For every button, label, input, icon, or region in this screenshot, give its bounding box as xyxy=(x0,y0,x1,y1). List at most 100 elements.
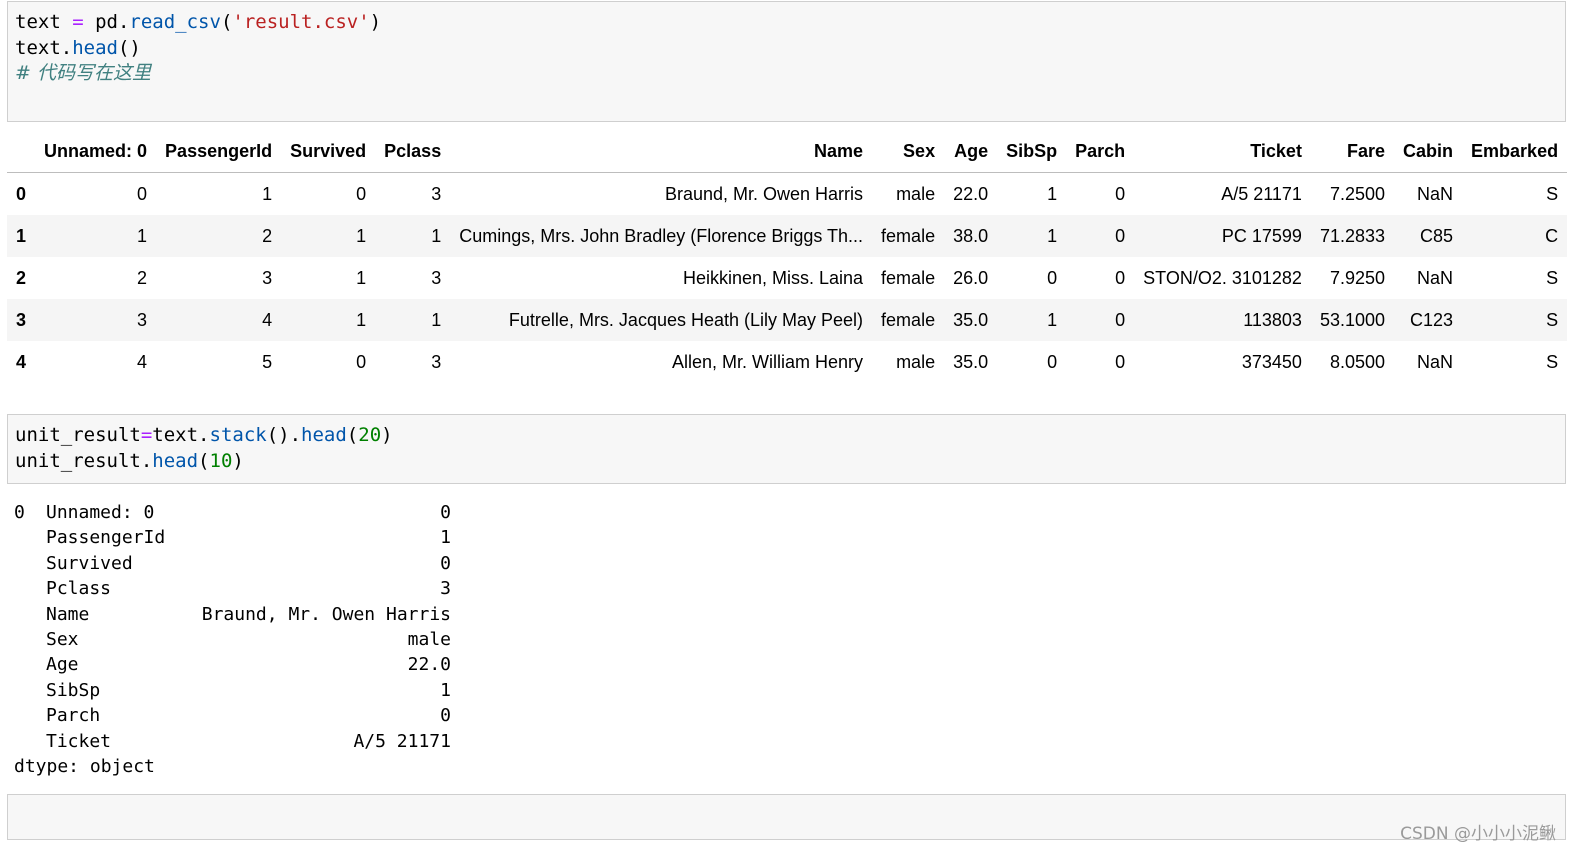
code-token: 10 xyxy=(209,449,233,472)
table-cell: 2 xyxy=(262,225,273,246)
series-value: male xyxy=(407,628,451,650)
series-value: Braund, Mr. Owen Harris xyxy=(201,603,451,625)
table-cell: 1 xyxy=(431,225,442,246)
table-cell: 0 xyxy=(1115,225,1126,246)
series-key: Survived xyxy=(46,552,133,574)
series-key: Age xyxy=(46,654,79,676)
series-output: 0 Unnamed: 0 0 PassengerId 1 Survived 0 Pclass 3… xyxy=(14,500,451,779)
code-line: # 代码写在这里 xyxy=(15,61,1558,87)
table-cell: 2 xyxy=(137,267,148,288)
series-key: PassengerId xyxy=(46,527,166,549)
table-cell: male xyxy=(896,183,936,204)
table-cell: S xyxy=(1546,183,1559,204)
table-cell: 1 xyxy=(1047,225,1058,246)
code-token: 'result.csv' xyxy=(232,11,370,33)
table-cell: NaN xyxy=(1417,183,1454,204)
table-cell: 1 xyxy=(137,225,148,246)
series-dtype: dtype: object xyxy=(14,755,155,777)
column-header: Fare xyxy=(1310,130,1395,173)
code-token: ) xyxy=(369,11,382,33)
table-cell: 5 xyxy=(262,351,273,372)
series-row: Pclass 3 xyxy=(14,576,451,601)
code-token: read_csv xyxy=(129,11,221,33)
table-cell: 3 xyxy=(431,351,442,372)
table-cell: C85 xyxy=(1420,225,1454,246)
code-token: ) xyxy=(381,424,393,446)
column-header: Pclass xyxy=(375,130,451,173)
table-cell: 1 xyxy=(1047,183,1058,204)
table-cell: Heikkinen, Miss. Laina xyxy=(682,267,864,288)
code-cell-stack[interactable]: unit_result=text.stack().head(20) unit_re… xyxy=(7,414,1566,484)
code-line: text = pd.read_csv('result.csv') xyxy=(15,10,1558,36)
series-value: 0 xyxy=(440,502,451,523)
table-cell: NaN xyxy=(1417,267,1454,288)
table-cell: 71.2833 xyxy=(1319,225,1386,246)
series-key: Name xyxy=(46,603,90,625)
table-cell: 7.2500 xyxy=(1329,183,1386,204)
series-value: 1 xyxy=(440,527,451,549)
dataframe-header-row: Unnamed: 0 PassengerId Survived Pclass Name S… xyxy=(7,130,1568,173)
table-cell: 7.9250 xyxy=(1329,267,1386,288)
table-cell: 22.0 xyxy=(953,183,989,204)
table-cell: 373450 xyxy=(1241,351,1302,372)
table-cell: 0 xyxy=(356,183,367,204)
column-header: SibSp xyxy=(997,130,1067,173)
series-value: 0 xyxy=(440,552,451,574)
code-token: = xyxy=(72,11,84,33)
table-cell: 35.0 xyxy=(953,351,989,372)
series-level0-index xyxy=(14,525,46,550)
code-token: text. xyxy=(15,36,73,59)
empty-code-cell[interactable] xyxy=(7,794,1566,840)
column-header: Parch xyxy=(1066,130,1135,173)
column-header xyxy=(7,130,36,173)
code-token: 20 xyxy=(358,424,382,446)
table-cell: 0 xyxy=(1115,267,1126,288)
table-cell: 8.0500 xyxy=(1329,351,1386,372)
table-cell: 1 xyxy=(431,309,442,330)
series-key: Unnamed: 0 xyxy=(46,502,155,523)
table-cell: Futrelle, Mrs. Jacques Heath (Lily May P… xyxy=(508,309,864,330)
series-row: Parch 0 xyxy=(14,703,451,728)
row-index: 1 xyxy=(16,225,27,246)
table-cell: 3 xyxy=(431,267,442,288)
series-value: 22.0 xyxy=(407,654,451,676)
table-cell: 1 xyxy=(262,183,273,204)
code-cell-read-csv[interactable]: text = pd.read_csv('result.csv') text.hea… xyxy=(7,1,1566,122)
series-level0-index: 0 xyxy=(14,502,25,523)
code-line: unit_result.head(10) xyxy=(15,449,1558,475)
table-cell: A/5 21171 xyxy=(1221,183,1302,204)
series-key: Ticket xyxy=(46,730,112,752)
table-cell: 4 xyxy=(137,351,148,372)
column-header: Ticket xyxy=(1134,130,1311,173)
table-cell: male xyxy=(896,351,936,372)
series-level0-index xyxy=(14,703,46,728)
table-cell: 1 xyxy=(356,267,367,288)
column-header: Survived xyxy=(281,130,376,173)
code-token: ) xyxy=(232,449,244,472)
series-key: Pclass xyxy=(46,578,112,600)
series-row: Survived 0 xyxy=(14,551,451,576)
table-cell: female xyxy=(881,225,936,246)
series-level0-index xyxy=(14,627,46,652)
code-token: ( xyxy=(346,424,359,446)
table-row: 1 1 2 1 1 Cumings, Mrs. John Bradley (Florenc… xyxy=(7,215,1568,257)
table-cell: 35.0 xyxy=(953,309,989,330)
table-cell: S xyxy=(1546,267,1559,288)
table-cell: S xyxy=(1546,309,1559,330)
series-level0-index xyxy=(14,678,46,703)
row-index: 2 xyxy=(16,267,27,288)
code-line: text.head() xyxy=(15,36,1558,62)
row-index: 3 xyxy=(16,309,27,330)
code-token: text xyxy=(15,11,73,33)
table-cell: 0 xyxy=(1047,267,1058,288)
table-cell: PC 17599 xyxy=(1221,225,1302,246)
code-token: ( xyxy=(198,449,210,472)
series-value: 3 xyxy=(440,578,451,600)
row-index: 4 xyxy=(16,351,27,372)
table-cell: 3 xyxy=(137,309,148,330)
series-row: 0 Unnamed: 0 0 xyxy=(14,500,451,525)
code-token: head xyxy=(152,449,199,472)
column-header: PassengerId xyxy=(156,130,282,173)
table-cell: 38.0 xyxy=(953,225,989,246)
series-level0-index xyxy=(14,652,46,677)
